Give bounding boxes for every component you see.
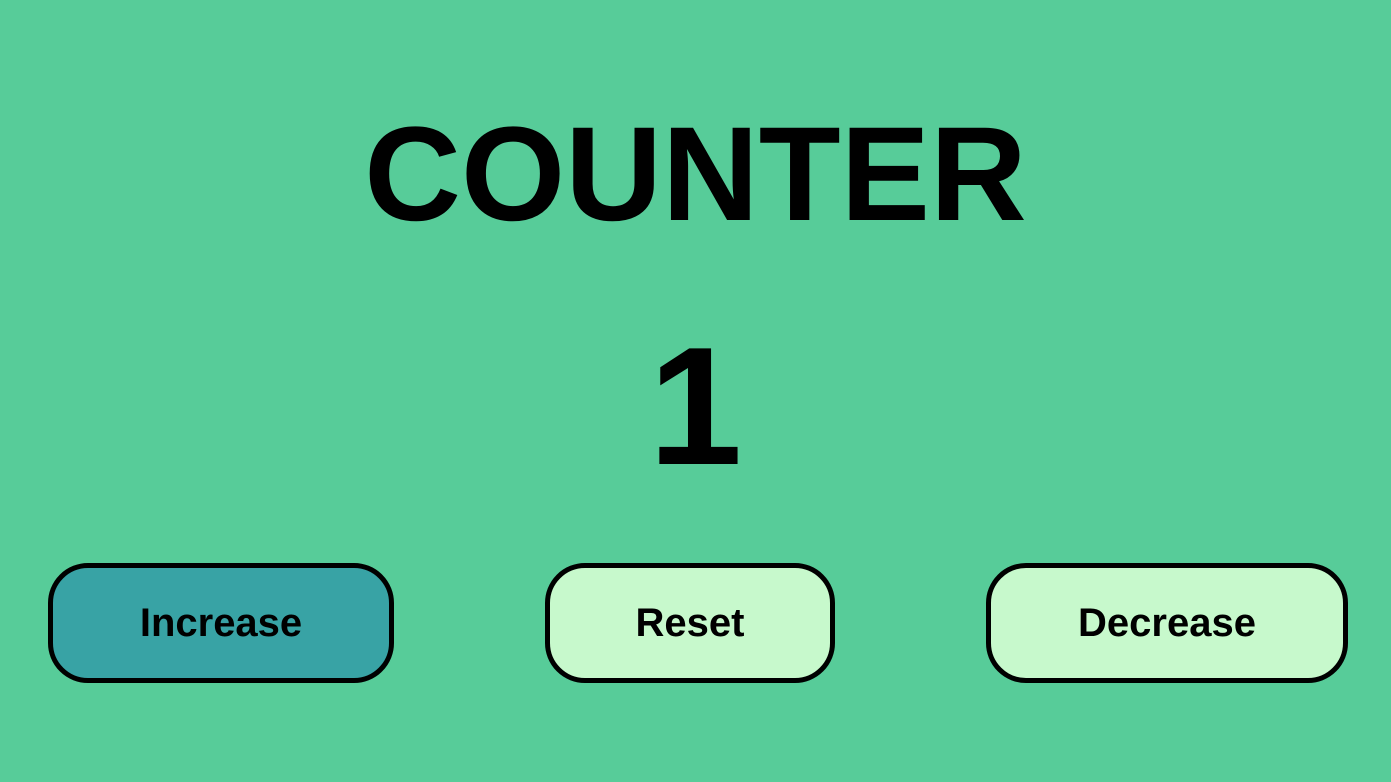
page-title: COUNTER (364, 100, 1027, 249)
increase-button[interactable]: Increase (48, 563, 394, 683)
decrease-button[interactable]: Decrease (986, 563, 1348, 683)
counter-value: 1 (648, 312, 743, 500)
reset-button[interactable]: Reset (545, 563, 835, 683)
